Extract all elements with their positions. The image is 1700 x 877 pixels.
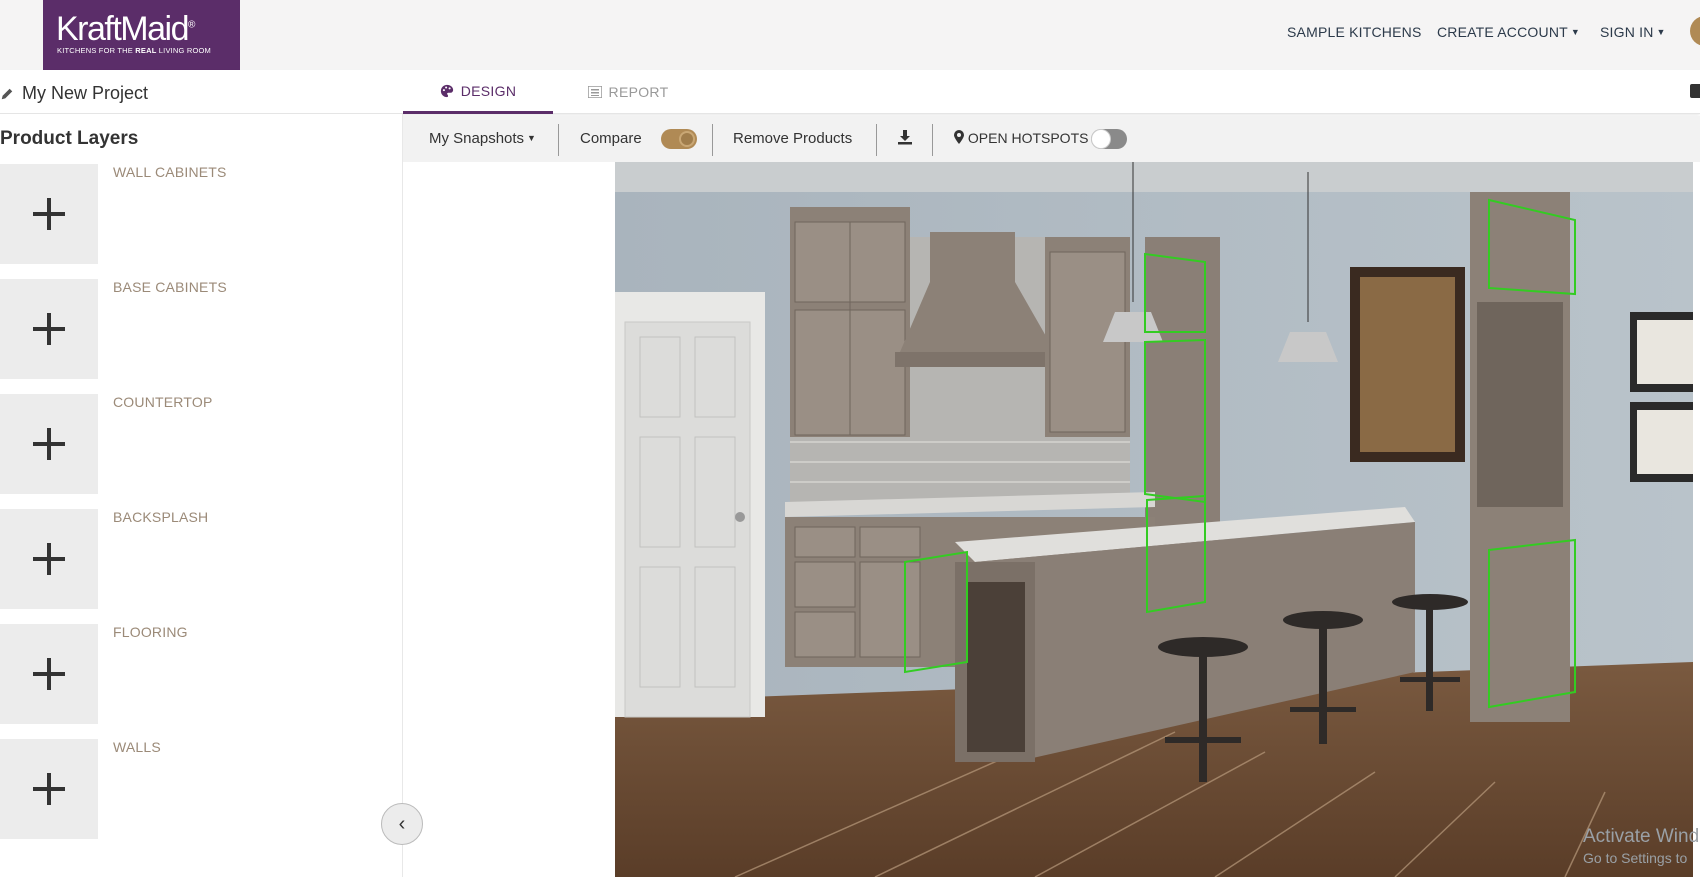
tab-design[interactable]: DESIGN <box>403 70 553 114</box>
add-countertop-button[interactable] <box>0 394 98 494</box>
tab-design-label: DESIGN <box>460 82 517 99</box>
list-icon <box>587 86 602 98</box>
nav-create-account[interactable]: CREATE ACCOUNT ▼ <box>1437 24 1580 40</box>
save-icon[interactable] <box>1690 84 1700 98</box>
compare-toggle[interactable] <box>661 129 697 149</box>
project-bar: My New Project DESIGN REPORT <box>0 70 1700 114</box>
tab-report[interactable]: REPORT <box>553 70 703 114</box>
open-hotspots-toggle[interactable] <box>1091 129 1127 149</box>
layer-walls[interactable]: WALLS <box>0 739 403 839</box>
layer-label: FLOORING <box>113 624 188 640</box>
toolbar-divider <box>558 124 559 156</box>
layer-label: WALL CABINETS <box>113 164 227 180</box>
logo-tagline: KITCHENS FOR THE REAL LIVING ROOM <box>57 46 211 55</box>
project-title[interactable]: My New Project <box>0 83 148 104</box>
toolbar-divider <box>932 124 933 156</box>
remove-products-button[interactable]: Remove Products <box>733 130 852 147</box>
product-layers-panel: Product Layers WALL CABINETS BASE CABINE… <box>0 114 403 877</box>
plus-icon <box>33 773 65 805</box>
product-layers-title: Product Layers <box>0 128 139 149</box>
design-toolbar: My Snapshots ▼ Compare Remove Products OP… <box>403 116 1700 162</box>
add-backsplash-button[interactable] <box>0 509 98 609</box>
kraftmaid-logo[interactable]: KraftMaid® KITCHENS FOR THE REAL LIVING … <box>43 0 240 70</box>
download-icon <box>898 130 912 145</box>
layer-label: COUNTERTOP <box>113 394 213 410</box>
layer-label: WALLS <box>113 739 161 755</box>
add-flooring-button[interactable] <box>0 624 98 724</box>
logo-wordmark: KraftMaid® <box>56 10 195 48</box>
my-snapshots-dropdown[interactable]: My Snapshots ▼ <box>429 130 536 147</box>
layer-backsplash[interactable]: BACKSPLASH <box>0 509 403 609</box>
nav-sample-kitchens[interactable]: SAMPLE KITCHENS <box>1287 24 1421 40</box>
avatar[interactable] <box>1690 16 1700 46</box>
plus-icon <box>33 198 65 230</box>
layer-countertop[interactable]: COUNTERTOP <box>0 394 403 494</box>
project-name: My New Project <box>22 83 149 103</box>
add-wall-cabinets-button[interactable] <box>0 164 98 264</box>
kitchen-render-canvas[interactable] <box>615 162 1693 877</box>
download-button[interactable] <box>897 129 913 149</box>
chevron-left-icon: ‹ <box>398 812 406 835</box>
compare-label: Compare <box>580 130 642 147</box>
open-hotspots-label: OPEN HOTSPOTS <box>954 130 1088 146</box>
collapse-sidebar-button[interactable]: ‹ <box>381 803 423 845</box>
caret-down-icon: ▼ <box>527 133 536 143</box>
layer-wall-cabinets[interactable]: WALL CABINETS <box>0 164 403 264</box>
add-base-cabinets-button[interactable] <box>0 279 98 379</box>
toolbar-divider <box>876 124 877 156</box>
caret-down-icon: ▼ <box>1656 27 1666 37</box>
plus-icon <box>33 313 65 345</box>
map-marker-icon <box>954 130 964 144</box>
plus-icon <box>33 658 65 690</box>
plus-icon <box>33 428 65 460</box>
activate-windows-watermark: Activate Wind <box>1583 826 1700 847</box>
nav-sign-in[interactable]: SIGN IN ▼ <box>1600 24 1666 40</box>
caret-down-icon: ▼ <box>1570 27 1580 37</box>
layer-base-cabinets[interactable]: BASE CABINETS <box>0 279 403 379</box>
layer-label: BACKSPLASH <box>113 509 209 525</box>
activate-windows-subtext: Go to Settings to <box>1583 850 1688 866</box>
top-bar: KraftMaid® KITCHENS FOR THE REAL LIVING … <box>0 0 1700 70</box>
tab-report-label: REPORT <box>608 84 669 100</box>
plus-icon <box>33 543 65 575</box>
palette-icon <box>440 84 453 97</box>
layer-flooring[interactable]: FLOORING <box>0 624 403 724</box>
layer-label: BASE CABINETS <box>113 279 227 295</box>
kitchen-scene-image <box>615 162 1693 877</box>
pencil-icon <box>1 88 13 99</box>
add-walls-button[interactable] <box>0 739 98 839</box>
toolbar-divider <box>712 124 713 156</box>
